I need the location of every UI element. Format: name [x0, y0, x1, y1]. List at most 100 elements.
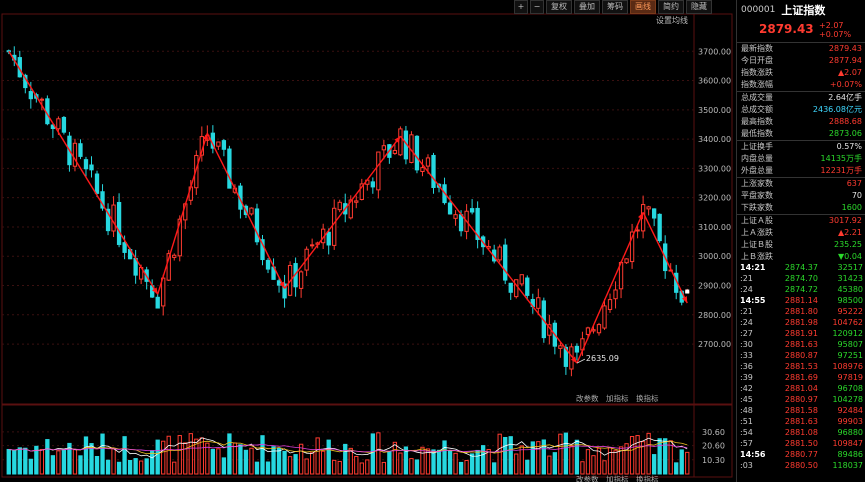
stat-label: 上涨家数 [741, 179, 773, 188]
tick-vol: 120912 [832, 329, 863, 338]
stat-row: 总成交量 2.64亿手 [737, 91, 865, 104]
tick-price: 2881.08 [784, 428, 818, 437]
volume-bar [122, 436, 127, 475]
candle-body [116, 201, 122, 245]
volume-tick-label: 20.60 [702, 442, 725, 451]
volume-bar [635, 435, 640, 475]
volume-bar [486, 448, 491, 475]
volume-sub-label: 改参数 [576, 474, 599, 482]
volume-bar [133, 458, 138, 475]
volume-bar [254, 461, 260, 475]
tick-row: :21 2874.70 31423 [737, 273, 865, 284]
candle-body [525, 277, 530, 296]
tick-row: :57 2881.50 109847 [737, 438, 865, 449]
candle-body [39, 98, 45, 101]
stat-label: 外盘总量 [741, 166, 773, 175]
volume-bar [679, 449, 684, 475]
volume-bar [646, 432, 651, 475]
volume-bar [6, 448, 11, 475]
tick-row: :30 2881.63 95807 [737, 339, 865, 350]
zigzag-segment [206, 132, 286, 289]
tick-price: 2874.37 [784, 263, 818, 272]
toolbar-button-6[interactable]: 简约 [658, 0, 684, 14]
stat-row: 外盘总量 12231万手 [737, 165, 865, 177]
stat-label: 最新指数 [741, 44, 773, 53]
stat-value: ▲2.21 [838, 228, 862, 237]
stat-value: 70 [851, 191, 862, 200]
stat-row: 内盘总量 14135万手 [737, 153, 865, 165]
kline-chart[interactable]: 2700.00 2800.00 2900.00 3000.00 3100.00 3200.… [0, 0, 736, 482]
price-change: +2.07 +0.07% [819, 21, 851, 39]
toolbar-button-0[interactable]: + [514, 0, 528, 14]
volume-bar [503, 436, 508, 475]
volume-bar [249, 447, 254, 475]
chart-stage: 2700.00 2800.00 2900.00 3000.00 3100.00 3200.… [0, 0, 865, 482]
volume-bar [574, 439, 580, 475]
stat-row: 最高指数 2888.68 [737, 116, 865, 128]
stat-row: 上Ａ涨跌 ▲2.21 [737, 227, 865, 239]
volume-bar [260, 435, 265, 475]
volume-bar [23, 447, 28, 475]
candle-body [89, 164, 94, 171]
toolbar-button-1[interactable]: − [530, 0, 544, 14]
candle-body [624, 258, 629, 264]
volume-bar [447, 450, 453, 475]
toolbar-button-3[interactable]: 叠加 [574, 0, 600, 14]
candle-body [514, 279, 519, 298]
candle-body [425, 157, 431, 167]
volume-bar [651, 454, 657, 475]
tick-price: 2881.04 [784, 384, 818, 393]
candle-body [431, 154, 436, 188]
main-sub-label: 改参数 [576, 393, 599, 403]
volume-bar [475, 449, 480, 475]
volume-bar [221, 457, 227, 475]
candle-body [337, 201, 342, 211]
candle-body [265, 259, 271, 270]
candle-body [497, 246, 502, 261]
zigzag-segment [399, 135, 578, 364]
volume-bar [376, 432, 381, 475]
stat-label: 最低指数 [741, 129, 773, 138]
volume-bar [558, 433, 563, 475]
tick-row: :33 2880.87 97251 [737, 350, 865, 361]
candle-body [370, 181, 375, 188]
candle-body [458, 214, 464, 232]
candle-body [155, 296, 160, 309]
stat-row: 最新指数 2879.43 [737, 43, 865, 55]
volume-bar [387, 451, 392, 475]
candle-body [607, 299, 613, 310]
candle-body [536, 297, 541, 309]
tick-time: :24 [740, 285, 753, 294]
toolbar-button-5[interactable]: 画线 [630, 0, 656, 14]
stat-label: 下跌家数 [741, 203, 773, 212]
toolbar-button-7[interactable]: 隐藏 [686, 0, 712, 14]
volume-bar [436, 449, 442, 475]
stat-label: 内盘总量 [741, 154, 773, 163]
tick-row: :54 2881.08 96880 [737, 427, 865, 438]
candle-body [172, 254, 177, 258]
volume-bar [309, 452, 315, 475]
zigzag-segment [284, 135, 401, 289]
tick-price: 2880.87 [784, 351, 818, 360]
volume-bar [464, 459, 469, 475]
current-price: 2879.43 [759, 22, 814, 36]
tick-price: 2881.14 [784, 296, 818, 305]
price-tick-label: 3700.00 [698, 47, 731, 56]
volume-bar [381, 461, 387, 475]
volume-bar [348, 447, 353, 475]
candle-body [613, 289, 618, 300]
volume-bar [56, 450, 61, 475]
ma-setting-button[interactable]: 设置均线 [656, 15, 688, 26]
tick-vol: 89486 [837, 450, 863, 459]
stat-row: 指数涨跌 ▲2.07 [737, 67, 865, 79]
toolbar-button-2[interactable]: 复权 [546, 0, 572, 14]
tick-time: 14:21 [740, 263, 766, 272]
tick-row: :03 2880.50 118037 [737, 460, 865, 471]
volume-bar [50, 455, 56, 475]
volume-bar [580, 461, 585, 475]
toolbar-button-4[interactable]: 筹码 [602, 0, 628, 14]
volume-bar [458, 461, 464, 475]
stat-row: 上证Ａ股 3017.92 [737, 214, 865, 227]
change-pct: +0.07% [819, 30, 852, 39]
volume-bar [83, 436, 89, 475]
